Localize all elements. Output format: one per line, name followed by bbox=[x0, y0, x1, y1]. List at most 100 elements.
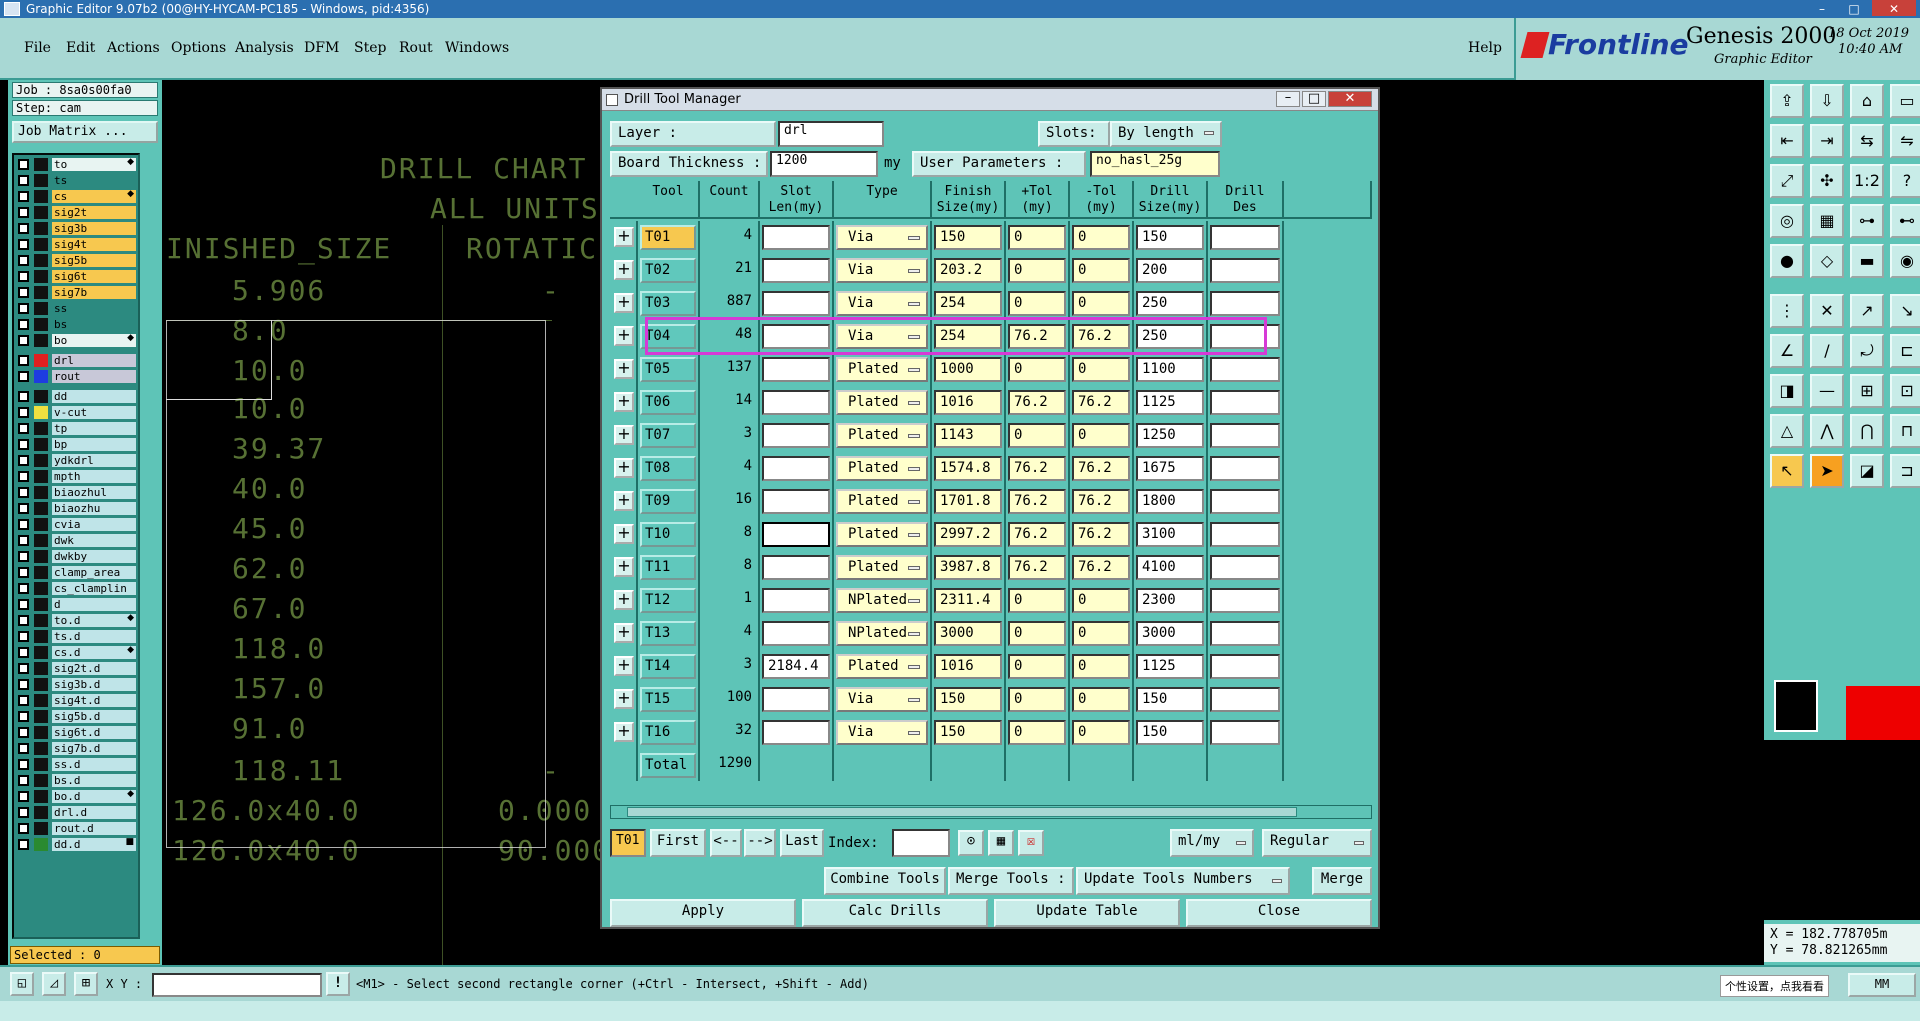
flip-icon[interactable]: ⇋ bbox=[1890, 124, 1920, 158]
layer-row[interactable]: ts bbox=[14, 173, 138, 188]
layer-checkbox[interactable] bbox=[18, 823, 29, 834]
close-icon[interactable]: ✕ bbox=[1872, 0, 1916, 16]
type-select[interactable]: Plated bbox=[836, 522, 928, 547]
layer-checkbox[interactable] bbox=[18, 371, 29, 382]
layer-checkbox[interactable] bbox=[18, 355, 29, 366]
tool-cell[interactable]: T13 bbox=[640, 621, 696, 646]
layer-checkbox[interactable] bbox=[18, 583, 29, 594]
layer-row[interactable]: tp bbox=[14, 421, 138, 436]
layer-checkbox[interactable] bbox=[18, 807, 29, 818]
plus-tol-input[interactable]: 76.2 bbox=[1008, 390, 1066, 415]
layer-checkbox[interactable] bbox=[18, 791, 29, 802]
layer-checkbox[interactable] bbox=[18, 711, 29, 722]
mode-dropdown[interactable]: Regular bbox=[1262, 829, 1372, 857]
drill-size-input[interactable]: 150 bbox=[1136, 225, 1204, 250]
update-table-button[interactable]: Update Table bbox=[994, 899, 1180, 927]
plus-tol-input[interactable]: 0 bbox=[1008, 687, 1066, 712]
drill-size-input[interactable]: 1250 bbox=[1136, 423, 1204, 448]
layer-checkbox[interactable] bbox=[18, 303, 29, 314]
move-up-icon[interactable]: ⇪ bbox=[1770, 84, 1804, 118]
job-matrix-button[interactable]: Job Matrix ... bbox=[12, 121, 158, 143]
calculator-icon[interactable]: ▦ bbox=[988, 830, 1014, 856]
units-select[interactable]: MM bbox=[1848, 973, 1916, 997]
layer-row[interactable]: sig5b bbox=[14, 253, 138, 268]
layer-row[interactable]: bs.d bbox=[14, 773, 138, 788]
layer-row[interactable]: sig7b bbox=[14, 285, 138, 300]
arch-icon[interactable]: ⋂ bbox=[1850, 414, 1884, 448]
drill-des-input[interactable] bbox=[1210, 291, 1280, 316]
target-icon[interactable]: ◎ bbox=[1770, 204, 1804, 238]
combine-tools-button[interactable]: Combine Tools bbox=[824, 867, 946, 895]
delete-icon[interactable]: ☒ bbox=[1018, 830, 1044, 856]
slot-length-input[interactable]: 2184.4 bbox=[762, 654, 830, 679]
merge-tools-select[interactable]: Update Tools Numbers bbox=[1076, 867, 1290, 895]
layer-checkbox[interactable] bbox=[18, 207, 29, 218]
layer-row[interactable]: sig7b.d bbox=[14, 741, 138, 756]
user-parameters-field[interactable]: no_hasl_25g bbox=[1090, 151, 1220, 177]
minus-tol-input[interactable]: 76.2 bbox=[1072, 522, 1130, 547]
layer-row[interactable]: sig4t.d bbox=[14, 693, 138, 708]
square-icon[interactable]: ◨ bbox=[1770, 374, 1804, 408]
minus-tol-input[interactable]: 0 bbox=[1072, 621, 1130, 646]
dots-icon[interactable]: ⋮ bbox=[1770, 294, 1804, 328]
tool-cell[interactable]: T01 bbox=[640, 225, 696, 250]
layer-checkbox[interactable] bbox=[18, 335, 29, 346]
tool-cell[interactable]: T16 bbox=[640, 720, 696, 745]
slot-length-input[interactable] bbox=[762, 291, 830, 316]
layer-checkbox[interactable] bbox=[18, 647, 29, 658]
type-select[interactable]: Via bbox=[836, 720, 928, 745]
expand-row-icon[interactable]: + bbox=[614, 557, 634, 577]
swap-icon[interactable]: ⇆ bbox=[1850, 124, 1884, 158]
layer-row[interactable]: drl.d bbox=[14, 805, 138, 820]
drill-size-input[interactable]: 200 bbox=[1136, 258, 1204, 283]
layer-checkbox[interactable] bbox=[18, 775, 29, 786]
expand-row-icon[interactable]: + bbox=[614, 392, 634, 412]
drill-des-input[interactable] bbox=[1210, 390, 1280, 415]
layer-row[interactable]: ts.d bbox=[14, 629, 138, 644]
layer-row[interactable]: bp bbox=[14, 437, 138, 452]
dash-icon[interactable]: — bbox=[1810, 374, 1844, 408]
drill-size-input[interactable]: 1675 bbox=[1136, 456, 1204, 481]
snap-icon[interactable]: ◪ bbox=[1850, 454, 1884, 488]
layer-row[interactable]: sig2t.d bbox=[14, 661, 138, 676]
layer-row[interactable]: ss.d bbox=[14, 757, 138, 772]
slot-length-input[interactable] bbox=[762, 522, 830, 547]
finish-size-input[interactable]: 1143 bbox=[934, 423, 1002, 448]
expand-row-icon[interactable]: + bbox=[614, 491, 634, 511]
drill-des-input[interactable] bbox=[1210, 621, 1280, 646]
plus-tol-input[interactable]: 76.2 bbox=[1008, 555, 1066, 580]
edge-icon[interactable]: ⊐ bbox=[1890, 454, 1920, 488]
minus-tol-input[interactable]: 76.2 bbox=[1072, 456, 1130, 481]
plus-tol-input[interactable]: 0 bbox=[1008, 225, 1066, 250]
layer-checkbox[interactable] bbox=[18, 471, 29, 482]
tool-cell[interactable]: T10 bbox=[640, 522, 696, 547]
rotate-icon[interactable]: ⤾ bbox=[1850, 334, 1884, 368]
plus-tol-input[interactable]: 0 bbox=[1008, 654, 1066, 679]
board-thickness-field[interactable]: 1200 bbox=[770, 151, 878, 177]
bracket-icon[interactable]: ⊏ bbox=[1890, 334, 1920, 368]
layer-row[interactable]: rout.d bbox=[14, 821, 138, 836]
menu-file[interactable]: File bbox=[24, 40, 51, 56]
layer-row[interactable]: sig6t.d bbox=[14, 725, 138, 740]
minus-tol-input[interactable]: 0 bbox=[1072, 588, 1130, 613]
scroll-thumb[interactable] bbox=[627, 807, 1297, 817]
plus-tol-input[interactable]: 0 bbox=[1008, 621, 1066, 646]
bridge-icon[interactable]: ⊓ bbox=[1890, 414, 1920, 448]
menu-analysis[interactable]: Analysis bbox=[235, 40, 294, 56]
plus-tol-input[interactable]: 0 bbox=[1008, 291, 1066, 316]
peak-icon[interactable]: ⋀ bbox=[1810, 414, 1844, 448]
slot-length-input[interactable] bbox=[762, 225, 830, 250]
finish-size-input[interactable]: 3987.8 bbox=[934, 555, 1002, 580]
finish-size-input[interactable]: 1574.8 bbox=[934, 456, 1002, 481]
tool-cell[interactable]: T07 bbox=[640, 423, 696, 448]
slots-select[interactable]: By length bbox=[1110, 121, 1222, 147]
minus-tol-input[interactable]: 76.2 bbox=[1072, 390, 1130, 415]
layer-row[interactable]: to ◆ bbox=[14, 157, 138, 172]
slot-length-input[interactable] bbox=[762, 621, 830, 646]
finish-size-input[interactable]: 1016 bbox=[934, 390, 1002, 415]
tool-cell[interactable]: T15 bbox=[640, 687, 696, 712]
tool-cell[interactable]: T11 bbox=[640, 555, 696, 580]
minus-tol-input[interactable]: 0 bbox=[1072, 258, 1130, 283]
layer-checkbox[interactable] bbox=[18, 239, 29, 250]
drill-des-input[interactable] bbox=[1210, 357, 1280, 382]
